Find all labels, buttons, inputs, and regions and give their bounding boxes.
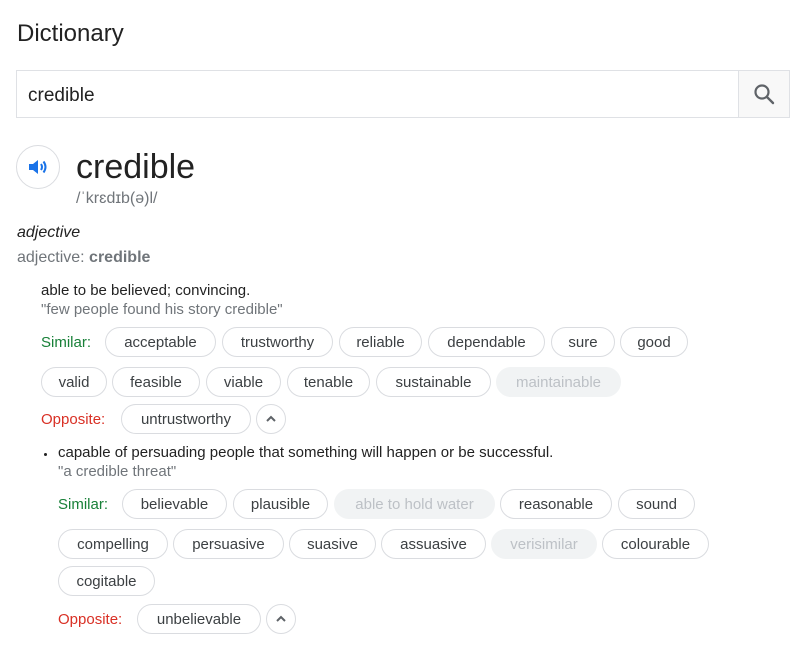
synonym-chip[interactable]: trustworthy	[222, 327, 333, 357]
synonym-chip[interactable]: plausible	[233, 489, 328, 519]
sense-1-similar-label: Similar:	[41, 334, 92, 351]
part-of-speech: adjective	[17, 224, 81, 241]
sense-1-example: "few people found his story credible"	[41, 301, 283, 318]
search-icon	[754, 84, 775, 105]
synonym-chip[interactable]: dependable	[428, 327, 545, 357]
search-box[interactable]: credible	[16, 70, 790, 118]
phonetic: /ˈkrɛdɪb(ə)l/	[76, 190, 158, 207]
synonym-chip[interactable]: acceptable	[105, 327, 216, 357]
synonym-chip[interactable]: reasonable	[500, 489, 612, 519]
page-title: Dictionary	[17, 20, 124, 47]
sense-1-opposite-label: Opposite:	[41, 411, 106, 428]
headword: credible	[76, 148, 196, 186]
synonym-chip[interactable]: compelling	[58, 529, 168, 559]
synonym-chip[interactable]: valid	[41, 367, 107, 397]
sense-2-similar-label: Similar:	[58, 496, 109, 513]
synonym-chip[interactable]: persuasive	[173, 529, 284, 559]
bullet	[44, 453, 47, 456]
synonym-chip-disabled: able to hold water	[334, 489, 495, 519]
search-button[interactable]	[738, 71, 789, 117]
synonym-chip[interactable]: reliable	[339, 327, 422, 357]
synonym-chip[interactable]: colourable	[602, 529, 709, 559]
synonym-chip[interactable]: feasible	[112, 367, 200, 397]
sense-2-example: "a credible threat"	[58, 463, 177, 480]
synonym-chip-disabled: verisimilar	[491, 529, 597, 559]
collapse-button[interactable]	[256, 404, 286, 434]
synonym-chip[interactable]: believable	[122, 489, 227, 519]
antonym-chip[interactable]: untrustworthy	[121, 404, 251, 434]
sense-2-definition: capable of persuading people that someth…	[58, 444, 554, 461]
synonym-chip[interactable]: good	[620, 327, 688, 357]
synonym-chip[interactable]: sustainable	[376, 367, 491, 397]
inflection-word: credible	[89, 249, 151, 266]
chevron-up-icon	[266, 415, 276, 422]
sense-1-definition: able to be believed; convincing.	[41, 282, 251, 299]
inflection-prefix: adjective:	[17, 249, 90, 266]
synonym-chip[interactable]: suasive	[289, 529, 376, 559]
synonym-chip[interactable]: assuasive	[381, 529, 486, 559]
synonym-chip[interactable]: sure	[551, 327, 615, 357]
sense-2-opposite-label: Opposite:	[58, 611, 123, 628]
antonym-chip[interactable]: unbelievable	[137, 604, 261, 634]
inflection-line: adjective: credible	[17, 249, 150, 267]
synonym-chip[interactable]: sound	[618, 489, 695, 519]
synonym-chip[interactable]: cogitable	[58, 566, 155, 596]
collapse-button[interactable]	[266, 604, 296, 634]
synonym-chip-disabled: maintainable	[496, 367, 621, 397]
synonym-chip[interactable]: viable	[206, 367, 281, 397]
synonym-chip[interactable]: tenable	[287, 367, 370, 397]
speaker-icon	[29, 160, 47, 174]
pronunciation-button[interactable]	[16, 145, 60, 189]
chevron-up-icon	[276, 615, 286, 622]
search-input[interactable]: credible	[28, 85, 95, 107]
